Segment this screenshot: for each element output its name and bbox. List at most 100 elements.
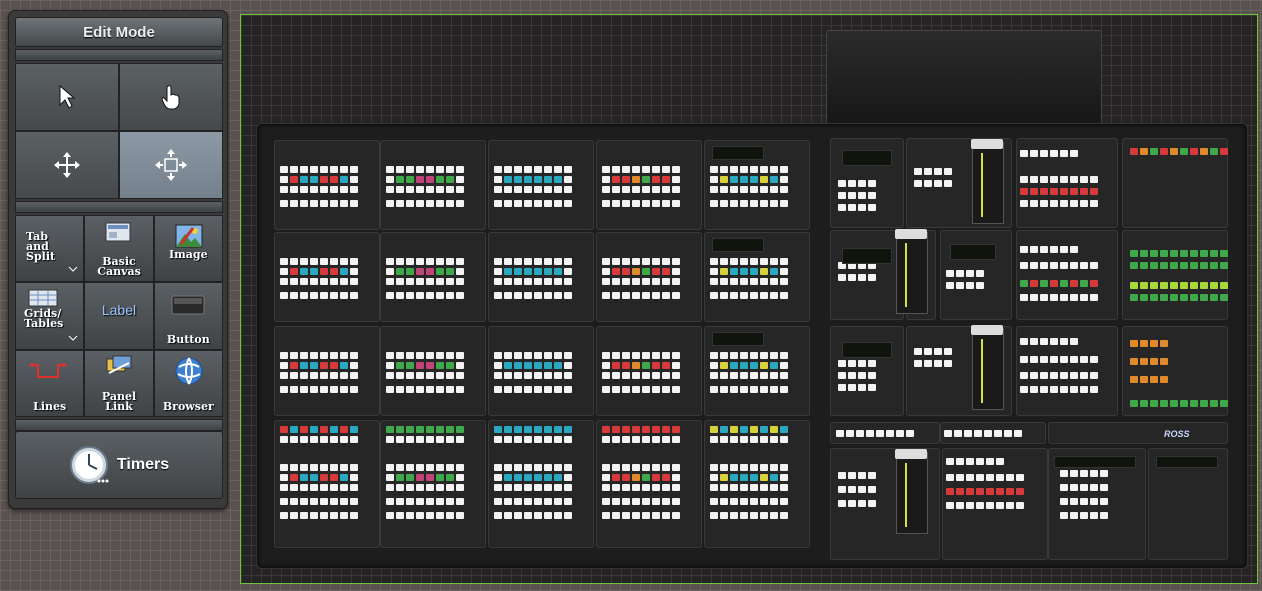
button-row [280,426,358,433]
label-button[interactable]: Label [85,283,153,349]
button-row [386,484,464,491]
move-mode-button[interactable] [16,132,118,198]
button-row [280,372,358,379]
button-row [602,268,680,275]
button-row [602,200,680,207]
button-row [946,488,1024,495]
button-row [838,274,876,281]
button-row [914,168,952,175]
button-row [494,278,572,285]
button-row [1060,484,1108,491]
button-row [1130,294,1228,301]
button-widget-label: Button [166,332,210,346]
image-button[interactable]: Image [154,216,222,282]
label-widget-label: Label [101,302,137,319]
palette-divider [15,201,223,213]
button-row [494,166,572,173]
button-row [1020,176,1098,183]
basic-canvas-button[interactable]: Basic Canvas [85,216,153,282]
chevron-down-icon [68,266,78,272]
button-row [494,436,572,443]
button-row [280,386,358,393]
lines-button[interactable]: Lines [16,350,84,416]
button-row [386,386,464,393]
image-label: Image [169,248,208,261]
button-row [280,186,358,193]
palette-title: Edit Mode [15,17,223,47]
resize-box-icon [155,149,187,181]
grids-tables-button[interactable]: Grids/ Tables [16,283,84,349]
lines-icon [30,362,66,378]
button-widget-button[interactable]: Button [154,283,222,349]
button-row [494,474,572,481]
button-row [944,430,1022,437]
button-row [602,176,680,183]
panel-module [488,232,594,322]
button-row [1020,386,1098,393]
resize-mode-button[interactable] [120,132,222,198]
operate-mode-button[interactable] [120,64,222,130]
panel-link-button[interactable]: Panel Link [85,350,153,416]
button-row [386,352,464,359]
button-row [386,512,464,519]
button-row [710,186,788,193]
browser-label: Browser [162,400,214,413]
browser-button[interactable]: Browser [154,350,222,416]
panel-module [488,140,594,230]
button-row [280,176,358,183]
panel-module [1048,422,1228,444]
canvas-icon [105,222,131,242]
button-row [946,458,1004,465]
button-row [838,486,876,493]
button-row [710,176,788,183]
tab-and-split-button[interactable]: Tab and Split [16,216,84,282]
panel-module [596,326,702,416]
button-row [710,200,788,207]
grids-tables-label: Grids/ Tables [24,307,64,331]
button-row [1130,400,1228,407]
button-row [386,436,464,443]
button-row [494,268,572,275]
panel-module [830,326,904,416]
panel-brand-logo: ROSS [1164,429,1190,439]
button-row [1020,372,1098,379]
button-row [386,258,464,265]
hand-pointer-icon [161,85,180,110]
button-row [494,372,572,379]
button-row [494,186,572,193]
button-row [386,278,464,285]
button-row [386,498,464,505]
button-row [494,200,572,207]
button-row [1130,376,1168,383]
button-row [946,282,984,289]
arrow-pointer-icon [59,85,76,109]
button-row [1020,338,1078,345]
button-row [386,292,464,299]
button-row [602,362,680,369]
button-row [710,474,788,481]
button-row [602,474,680,481]
button-row [1020,150,1078,157]
lcd-display [712,332,764,346]
panel-module [274,232,380,322]
button-row [946,502,1024,509]
select-mode-button[interactable] [16,64,118,130]
button-row [602,386,680,393]
panel-module [1122,230,1228,320]
timers-button[interactable]: Timers [15,431,223,499]
button-row [710,278,788,285]
button-row [1130,262,1228,269]
button-row [838,472,876,479]
globe-icon [175,357,203,385]
button-row [386,268,464,275]
button-row [280,200,358,207]
button-row [280,484,358,491]
button-row [1020,356,1098,363]
clock-icon [69,446,109,484]
button-row [602,512,680,519]
widget-buttons: Tab and Split Basic Canvas Image Grids/ … [15,215,223,417]
button-row [710,498,788,505]
panel-module [274,326,380,416]
button-row [280,292,358,299]
button-row [494,362,572,369]
